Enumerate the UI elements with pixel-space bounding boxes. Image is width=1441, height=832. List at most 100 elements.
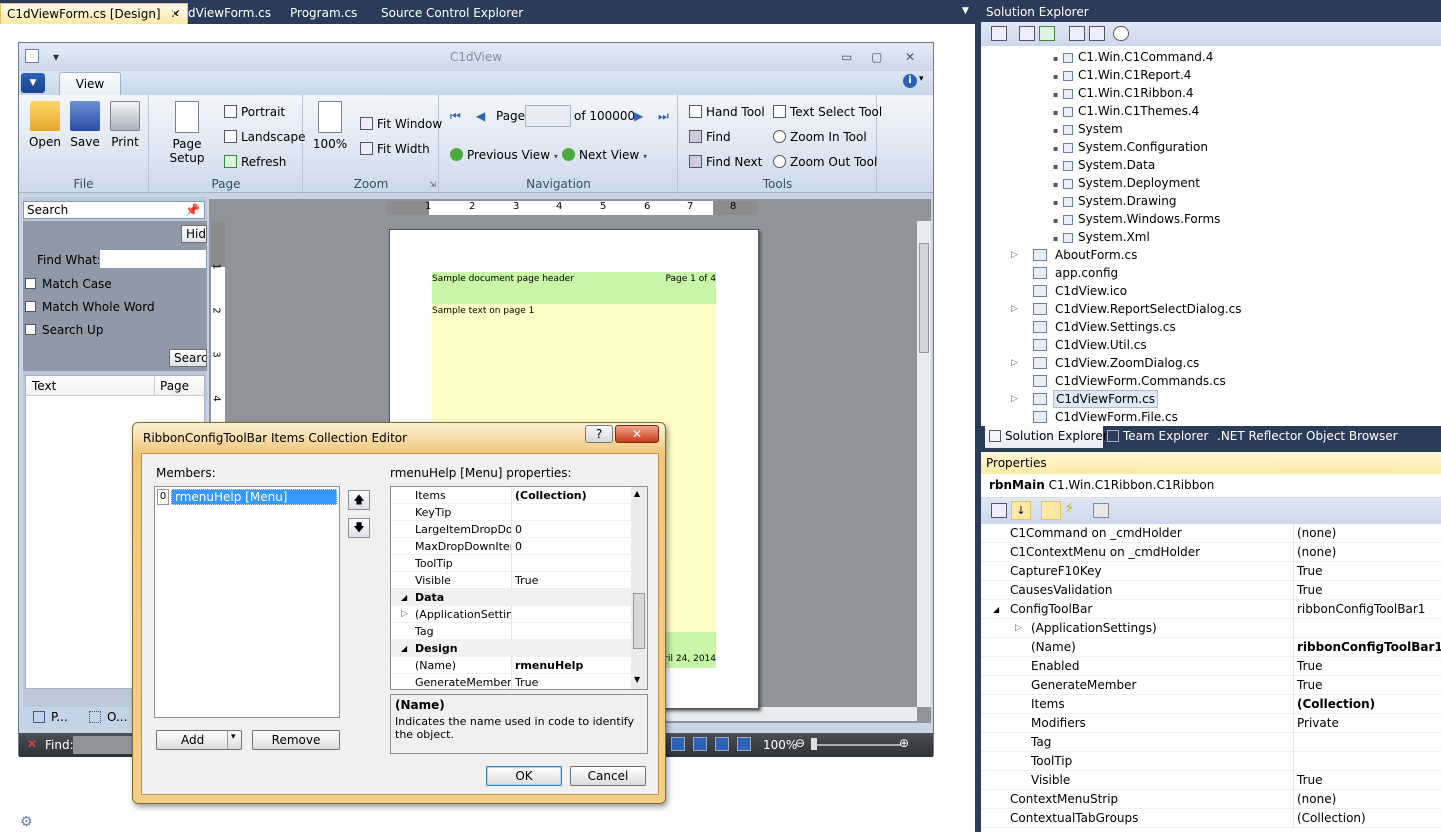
property-value[interactable]: True: [1297, 562, 1323, 581]
tree-item-reference[interactable]: ▪ C1.Win.C1Themes.4: [1053, 102, 1199, 120]
previous-page-icon[interactable]: ◀: [476, 109, 485, 123]
refresh-icon[interactable]: [1039, 26, 1055, 41]
property-value[interactable]: True: [1297, 581, 1323, 600]
save-button[interactable]: Save: [67, 101, 103, 149]
properties-grid[interactable]: C1Command on _cmdHolder (none) C1ContextMe…: [981, 524, 1441, 832]
four-pages-icon[interactable]: [737, 737, 751, 751]
dialog-help-button[interactable]: ?: [585, 425, 613, 443]
tree-item-reference[interactable]: ▪ System.Configuration: [1053, 138, 1208, 156]
zoom-in-icon[interactable]: ⊕: [899, 736, 909, 750]
ok-button[interactable]: OK: [486, 766, 562, 786]
property-row[interactable]: GenerateMember True: [981, 676, 1441, 695]
col-text[interactable]: Text: [32, 379, 56, 393]
object-selector[interactable]: rbnMain C1.Win.C1Ribbon.C1Ribbon: [981, 474, 1441, 498]
properties-view-icon[interactable]: [1041, 501, 1061, 520]
tab-pages[interactable]: P...: [33, 710, 68, 724]
view-designer-icon[interactable]: [1089, 26, 1105, 41]
tree-item-file[interactable]: ▷ C1dViewForm.cs: [1011, 390, 1431, 408]
move-down-button[interactable]: 🡇: [348, 518, 370, 538]
scroll-thumb[interactable]: [633, 593, 645, 649]
property-row[interactable]: Tag: [981, 733, 1441, 752]
property-value[interactable]: (Collection): [515, 487, 587, 504]
maximize-icon[interactable]: ▢: [871, 43, 882, 71]
expand-icon[interactable]: ▷: [1011, 300, 1018, 318]
tree-item-reference[interactable]: ▪ System: [1053, 120, 1123, 138]
next-page-icon[interactable]: ▶: [634, 109, 643, 123]
tab-dropdown-icon[interactable]: ▼: [962, 6, 969, 16]
fit-width-button[interactable]: Fit Width: [360, 142, 430, 156]
chevron-down-icon[interactable]: ▾: [231, 732, 236, 742]
property-value[interactable]: True: [515, 572, 538, 589]
property-row[interactable]: ContextualTabGroups (Collection): [981, 809, 1441, 828]
property-row[interactable]: CausesValidation True: [981, 581, 1441, 600]
property-row[interactable]: ToolTip: [981, 752, 1441, 771]
tree-item-reference[interactable]: ▪ System.Xml: [1053, 228, 1150, 246]
tree-item-file[interactable]: C1dView.Util.cs: [1011, 336, 1431, 354]
tree-item-reference[interactable]: ▪ C1.Win.C1Report.4: [1053, 66, 1191, 84]
property-value[interactable]: True: [1297, 657, 1323, 676]
first-page-icon[interactable]: ⏮: [450, 109, 461, 124]
single-page-icon[interactable]: [671, 737, 685, 751]
expand-icon[interactable]: ▷: [1011, 390, 1018, 408]
tree-item-file[interactable]: C1dView.ico: [1011, 282, 1431, 300]
expand-icon[interactable]: ▷: [1015, 619, 1022, 638]
expand-icon[interactable]: ▷: [1011, 246, 1018, 264]
class-diagram-icon[interactable]: [1113, 26, 1129, 41]
property-row[interactable]: ContextMenuStrip (none): [981, 790, 1441, 809]
expand-icon[interactable]: ▷: [1011, 354, 1018, 372]
property-row[interactable]: Visible True: [981, 771, 1441, 790]
alphabetical-icon[interactable]: ↓: [1011, 501, 1031, 520]
remove-button[interactable]: Remove: [252, 730, 340, 750]
property-value[interactable]: (none): [1297, 524, 1336, 543]
match-case-checkbox[interactable]: Match Case: [25, 277, 112, 291]
print-button[interactable]: Print: [107, 101, 143, 149]
view-code-icon[interactable]: [1069, 26, 1085, 41]
property-value[interactable]: (Collection): [1297, 695, 1375, 714]
property-value[interactable]: ribbonConfigToolBar1: [1297, 638, 1441, 657]
property-row[interactable]: Items (Collection): [981, 695, 1441, 714]
zoom-out-icon[interactable]: ⊖: [795, 736, 805, 750]
scroll-down-icon[interactable]: ▼: [634, 675, 640, 684]
property-row[interactable]: ▷ (ApplicationSettings): [981, 619, 1441, 638]
hide-button[interactable]: Hide: [181, 225, 207, 243]
property-value[interactable]: True: [515, 674, 538, 689]
dialog-property-row[interactable]: MaxDropDownItems 0: [391, 538, 631, 555]
members-list[interactable]: 0 rmenuHelp [Menu]: [154, 486, 340, 718]
property-value[interactable]: 0: [515, 521, 522, 538]
application-menu-button[interactable]: ▼: [21, 73, 45, 93]
close-find-icon[interactable]: ✕: [27, 737, 37, 751]
cancel-button[interactable]: Cancel: [570, 766, 646, 786]
scroll-up-icon[interactable]: ▲: [634, 489, 640, 498]
tab-view[interactable]: View: [59, 72, 121, 96]
tree-item-reference[interactable]: ▪ System.Windows.Forms: [1053, 210, 1220, 228]
property-value[interactable]: True: [1297, 771, 1323, 790]
search-button[interactable]: Search: [169, 349, 207, 367]
zoom-slider[interactable]: [811, 744, 901, 746]
dialog-property-row[interactable]: LargeItemDropDow 0: [391, 521, 631, 538]
close-icon[interactable]: ✕: [905, 43, 915, 71]
events-icon[interactable]: ⚡: [1065, 501, 1074, 516]
dialog-property-row[interactable]: Visible True: [391, 572, 631, 589]
property-value[interactable]: (Collection): [1297, 809, 1366, 828]
tree-item-file[interactable]: ▷ C1dView.ReportSelectDialog.cs: [1011, 300, 1431, 318]
page-setup-button[interactable]: Page Setup: [156, 101, 218, 165]
dialog-property-row[interactable]: ToolTip: [391, 555, 631, 572]
help-dropdown-icon[interactable]: ▾: [919, 74, 924, 84]
tab-program[interactable]: Program.cs: [284, 3, 363, 24]
property-grid[interactable]: Items (Collection) KeyTip LargeItemDropDow 0…: [390, 486, 648, 690]
property-value[interactable]: (none): [1297, 790, 1336, 809]
tree-item-file[interactable]: C1dView.Settings.cs: [1011, 318, 1431, 336]
find-next-button[interactable]: Find Next: [689, 155, 762, 169]
scroll-thumb[interactable]: [919, 243, 929, 353]
find-button[interactable]: Find: [689, 130, 731, 144]
previous-view-button[interactable]: Previous View ▾: [450, 148, 558, 162]
collapse-icon[interactable]: ◢: [993, 600, 999, 619]
qat-dropdown-icon[interactable]: ▾: [53, 43, 59, 71]
tab-reflector[interactable]: .NET Reflector Object Browser: [1217, 426, 1398, 448]
property-value[interactable]: rmenuHelp: [515, 657, 583, 674]
pin-icon[interactable]: 📌: [185, 202, 200, 218]
property-scrollbar[interactable]: ▲ ▼: [631, 487, 647, 689]
zoom-out-tool-button[interactable]: Zoom Out Tool: [773, 155, 877, 169]
dialog-property-row[interactable]: Items (Collection): [391, 487, 631, 504]
categorized-icon[interactable]: [991, 503, 1007, 518]
